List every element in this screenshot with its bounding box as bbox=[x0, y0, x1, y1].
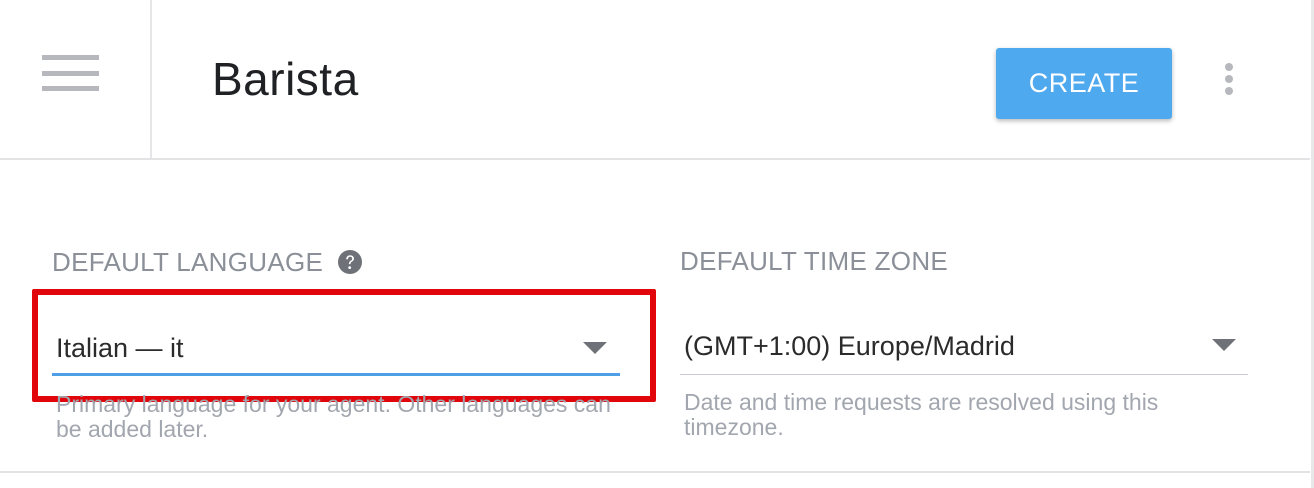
caret-down-icon bbox=[583, 342, 607, 354]
default-time-zone-label: DEFAULT TIME ZONE bbox=[680, 246, 949, 276]
field-underline bbox=[680, 374, 1248, 375]
caret-down-icon bbox=[1212, 339, 1236, 351]
default-language-label: DEFAULT LANGUAGE bbox=[52, 247, 324, 277]
default-language-hint: Primary language for your agent. Other l… bbox=[56, 391, 611, 442]
more-options-button[interactable] bbox=[1214, 60, 1244, 100]
vertical-dots-icon bbox=[1225, 63, 1233, 95]
default-language-select[interactable]: Italian — it bbox=[52, 320, 620, 378]
default-time-zone-value: (GMT+1:00) Europe/Madrid bbox=[684, 331, 1015, 361]
default-language-value: Italian — it bbox=[56, 333, 184, 363]
question-circle-icon[interactable] bbox=[337, 249, 363, 275]
default-time-zone-select[interactable]: (GMT+1:00) Europe/Madrid bbox=[680, 318, 1248, 376]
create-button[interactable]: CREATE bbox=[996, 48, 1172, 119]
active-underline bbox=[52, 373, 620, 376]
hamburger-menu-icon bbox=[42, 55, 99, 91]
section-divider bbox=[0, 471, 1310, 473]
top-bar: Barista CREATE bbox=[0, 0, 1310, 160]
menu-button[interactable] bbox=[0, 0, 152, 158]
agent-title: Barista bbox=[212, 53, 359, 105]
default-time-zone-hint: Date and time requests are resolved usin… bbox=[684, 389, 1159, 440]
agent-settings-page: Barista CREATE DEFAULT LANGUAGE Italian … bbox=[0, 0, 1314, 488]
